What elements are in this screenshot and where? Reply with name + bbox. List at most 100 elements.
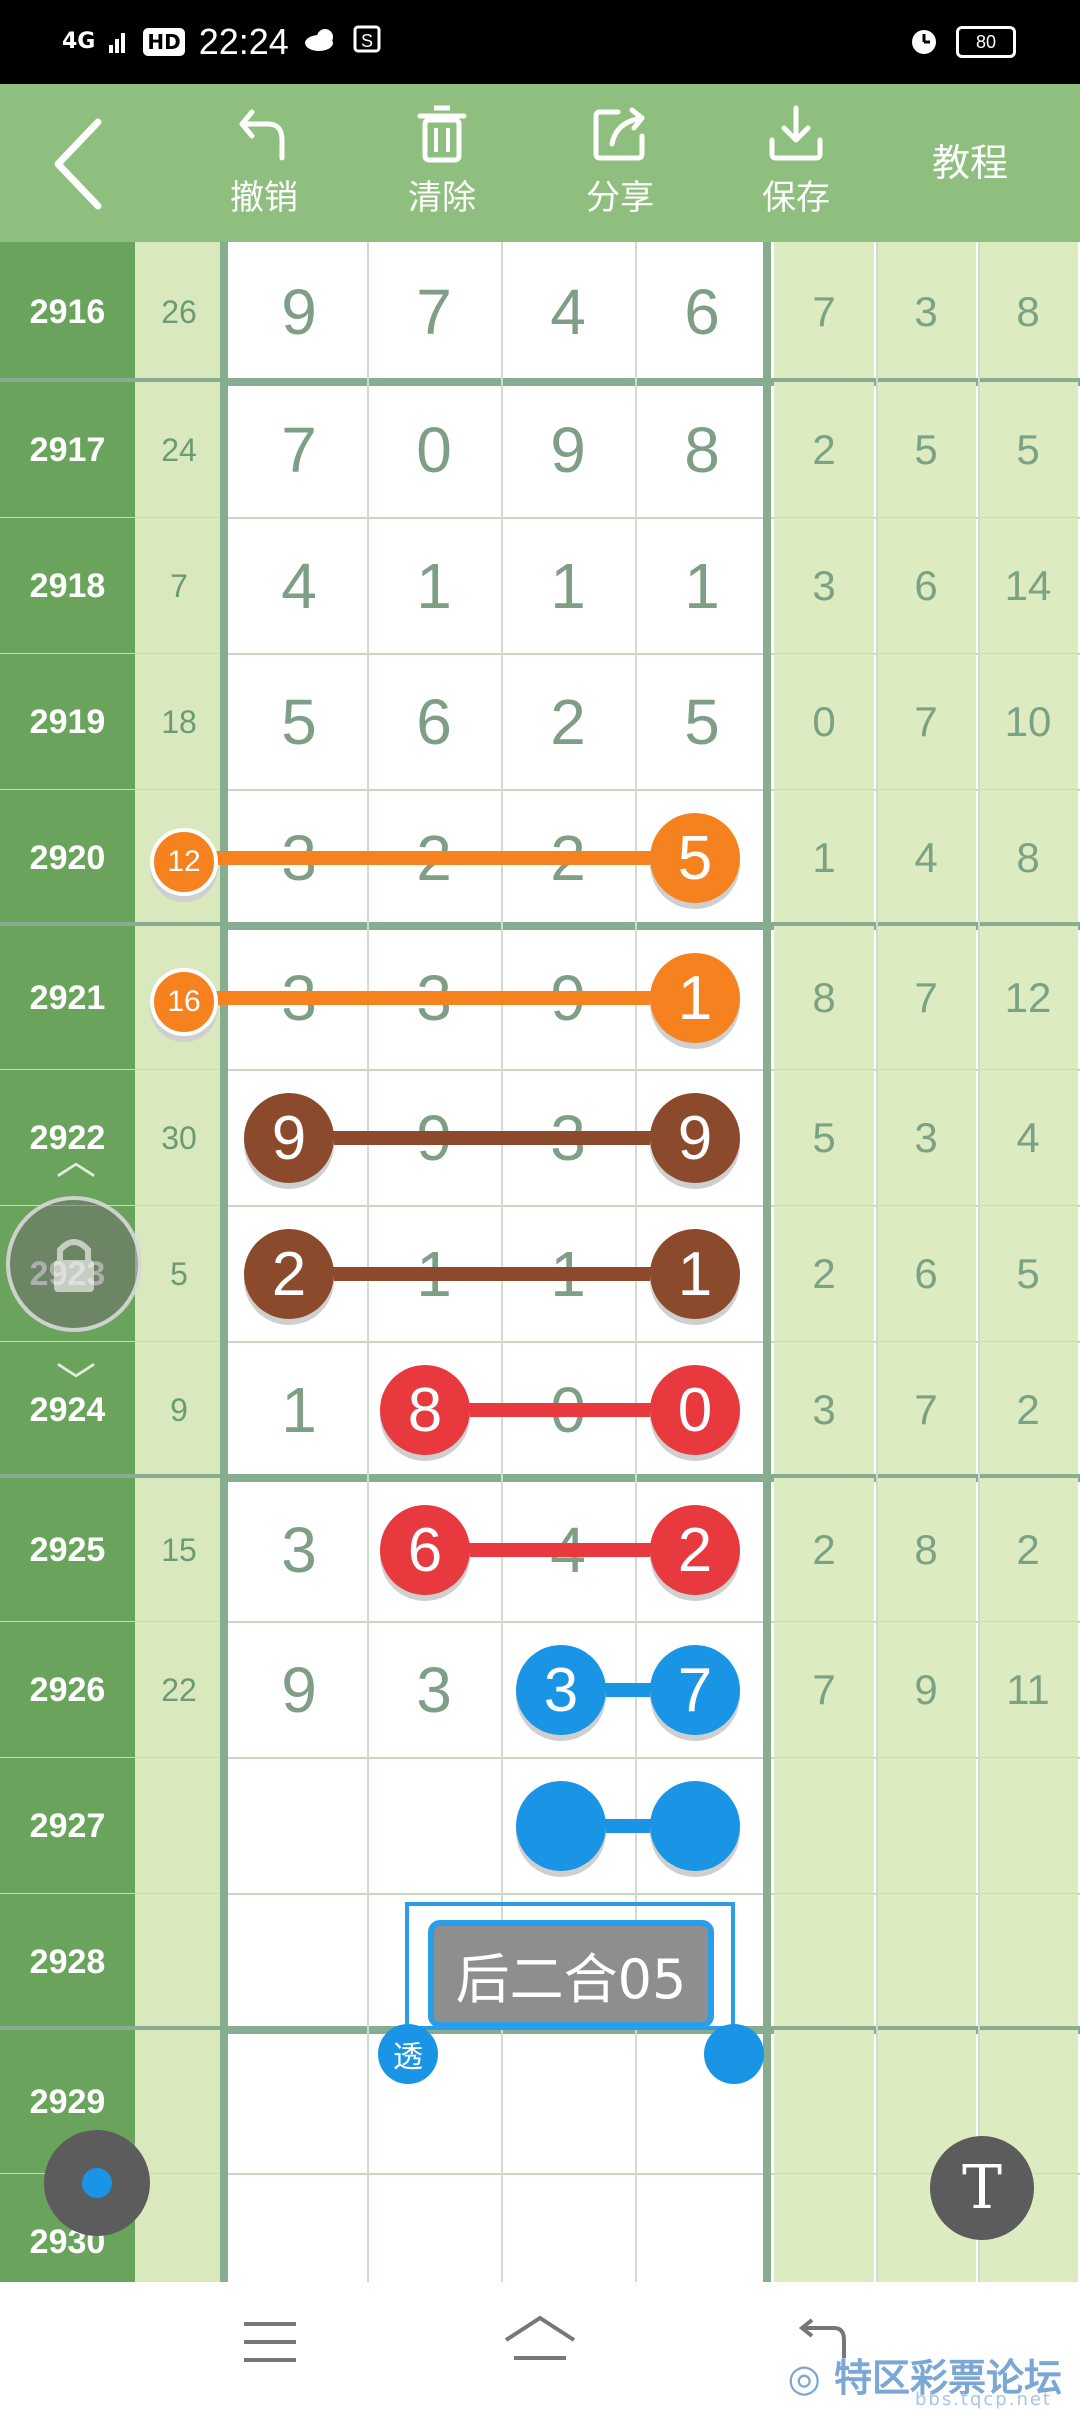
table-row[interactable]: 2920 12 3 2 2 5 1 4 8 <box>0 790 1080 926</box>
digit-cell[interactable]: 8 <box>635 382 769 518</box>
share-button[interactable]: 分享 <box>560 104 680 234</box>
chevron-up-icon[interactable]: ︿ <box>56 1128 96 1186</box>
digit-cell[interactable]: 1 <box>232 1342 366 1478</box>
chevron-left-icon <box>54 118 102 210</box>
resize-handle[interactable] <box>704 2024 764 2084</box>
digit-cell[interactable]: 1 <box>635 926 769 1070</box>
digit-cell[interactable]: 3 <box>232 1478 366 1622</box>
sum-cell <box>135 1894 223 2030</box>
system-nav-bar: ◎ 特区彩票论坛 bbs.tqcp.net <box>0 2282 1080 2410</box>
digit-cell[interactable]: 2 <box>635 1478 769 1622</box>
period-cell: 2921 <box>0 926 135 1070</box>
stat-cell: 3 <box>876 242 976 382</box>
table-row[interactable]: 2917 24 7 0 9 8 2 5 5 <box>0 382 1080 518</box>
digit-cell[interactable]: 0 <box>367 382 501 518</box>
digit-cell[interactable]: 5 <box>635 790 769 926</box>
digit-cell[interactable]: 6 <box>635 242 769 382</box>
digit-cell[interactable] <box>501 2030 635 2174</box>
digit-cell[interactable] <box>635 1758 769 1894</box>
digit-cell[interactable]: 1 <box>635 518 769 654</box>
digit-cell[interactable]: 1 <box>635 1206 769 1342</box>
digit-cell[interactable]: 3 <box>367 1622 501 1758</box>
digit-cell[interactable] <box>232 1894 366 2030</box>
menu-icon[interactable] <box>240 2318 300 2368</box>
digit-cell[interactable] <box>367 1758 501 1894</box>
save-label: 保存 <box>762 178 830 218</box>
digit-cell[interactable]: 7 <box>367 242 501 382</box>
digit-cell[interactable]: 1 <box>367 1206 501 1342</box>
watermark-url: bbs.tqcp.net <box>914 2389 1052 2410</box>
digit-cell[interactable]: 3 <box>367 926 501 1070</box>
lock-float-button[interactable] <box>6 1196 142 1332</box>
digit-cell[interactable]: 1 <box>367 518 501 654</box>
digit-cell[interactable]: 3 <box>232 790 366 926</box>
stat-cell: 14 <box>978 518 1078 654</box>
digit-cell[interactable]: 9 <box>232 1622 366 1758</box>
digit-cell[interactable]: 0 <box>501 1342 635 1478</box>
text-tool-icon: T <box>961 2153 1003 2223</box>
digit-cell[interactable]: 5 <box>635 654 769 790</box>
digit-cell[interactable] <box>232 2030 366 2174</box>
home-icon[interactable] <box>502 2312 578 2368</box>
text-tool-button[interactable]: T <box>930 2136 1034 2240</box>
pen-float-button[interactable] <box>44 2130 150 2236</box>
table-row[interactable]: 2925 15 3 6 4 2 2 8 2 <box>0 1478 1080 1622</box>
stat-cell: 2 <box>978 1342 1078 1478</box>
digit-cell[interactable]: 9 <box>501 926 635 1070</box>
column-divider <box>367 242 369 2310</box>
sum-cell: 30 <box>135 1070 223 1206</box>
digit-cell[interactable]: 3 <box>501 1070 635 1206</box>
table-row[interactable]: 2922 30 9 9 3 9 5 3 4 <box>0 1070 1080 1206</box>
digit-cell[interactable]: 2 <box>232 1206 366 1342</box>
digit-cell[interactable] <box>501 1758 635 1894</box>
digit-cell[interactable]: 3 <box>501 1622 635 1758</box>
digit-cell[interactable]: 9 <box>232 1070 366 1206</box>
table-row[interactable]: 2924 9 1 8 0 0 3 7 2 <box>0 1342 1080 1478</box>
digit-cell[interactable]: 1 <box>501 518 635 654</box>
table-row[interactable]: 2916 26 9 7 4 6 7 3 8 <box>0 242 1080 382</box>
digit-cell[interactable]: 4 <box>232 518 366 654</box>
digit-cell[interactable]: 9 <box>635 1070 769 1206</box>
table-row[interactable]: 2927 <box>0 1758 1080 1894</box>
table-row[interactable]: 2921 16 3 3 9 1 8 7 12 <box>0 926 1080 1070</box>
undo-label: 撤销 <box>230 178 298 218</box>
digit-cell[interactable]: 7 <box>232 382 366 518</box>
digit-cell[interactable]: 0 <box>635 1342 769 1478</box>
transparency-handle[interactable]: 透 <box>378 2024 438 2084</box>
digit-cell[interactable]: 9 <box>232 242 366 382</box>
digit-cell[interactable]: 2 <box>501 654 635 790</box>
stat-cell: 7 <box>774 242 874 382</box>
table-row[interactable]: 292352111265 <box>0 1206 1080 1342</box>
table-row[interactable]: 2929 <box>0 2030 1080 2174</box>
stat-cell: 7 <box>876 1342 976 1478</box>
digit-cell[interactable]: 4 <box>501 242 635 382</box>
digit-cell[interactable]: 2 <box>367 790 501 926</box>
digit-cell[interactable]: 5 <box>232 654 366 790</box>
save-button[interactable]: 保存 <box>736 104 856 234</box>
chevron-down-icon[interactable]: ﹀ <box>56 1350 96 1408</box>
digit-cell[interactable]: 4 <box>501 1478 635 1622</box>
digit-cell[interactable]: 3 <box>232 926 366 1070</box>
digit-cell[interactable]: 9 <box>367 1070 501 1206</box>
tutorial-button[interactable]: 教程 <box>900 132 1040 187</box>
digit-cell[interactable]: 1 <box>501 1206 635 1342</box>
stat-cell: 3 <box>774 518 874 654</box>
digit-cell[interactable]: 7 <box>635 1622 769 1758</box>
clear-button[interactable]: 清除 <box>382 104 502 234</box>
digit-cell[interactable]: 8 <box>367 1342 501 1478</box>
digit-cell[interactable]: 9 <box>501 382 635 518</box>
stat-cell: 5 <box>876 382 976 518</box>
digit-cell[interactable]: 6 <box>367 654 501 790</box>
back-button[interactable] <box>46 114 116 214</box>
table-row[interactable]: 2926 22 9 3 3 7 7 9 11 <box>0 1622 1080 1758</box>
stat-cell: 4 <box>876 790 976 926</box>
hd-badge: HD <box>143 28 185 56</box>
undo-button[interactable]: 撤销 <box>204 104 324 234</box>
table-row[interactable]: 2919 18 5 6 2 5 0 7 10 <box>0 654 1080 790</box>
sum-cell: 26 <box>135 242 223 382</box>
digit-cell[interactable]: 6 <box>367 1478 501 1622</box>
annotation-label[interactable]: 后二合05 <box>428 1920 714 2028</box>
digit-cell[interactable]: 2 <box>501 790 635 926</box>
table-row[interactable]: 2918 7 4 1 1 1 3 6 14 <box>0 518 1080 654</box>
digit-cell[interactable] <box>232 1758 366 1894</box>
